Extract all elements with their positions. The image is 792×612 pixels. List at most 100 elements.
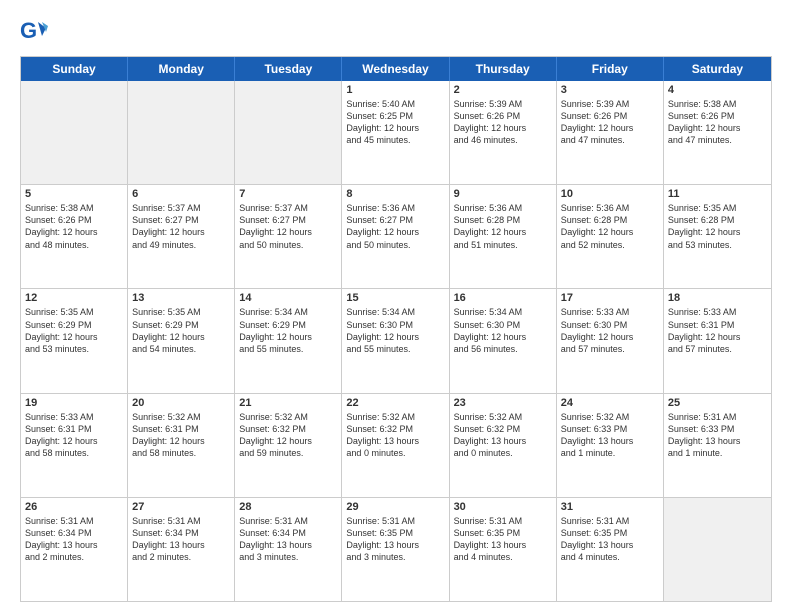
day-number: 11 bbox=[668, 188, 767, 200]
calendar-cell bbox=[235, 81, 342, 184]
calendar-cell: 2 Sunrise: 5:39 AM Sunset: 6:26 PM Daylig… bbox=[450, 81, 557, 184]
logo-icon: G bbox=[20, 18, 48, 46]
day-number: 5 bbox=[25, 188, 123, 200]
calendar-cell: 26 Sunrise: 5:31 AM Sunset: 6:34 PM Dayli… bbox=[21, 498, 128, 601]
day-number: 28 bbox=[239, 501, 337, 513]
calendar-cell: 23Sunrise: 5:32 AM Sunset: 6:32 PM Dayli… bbox=[450, 394, 557, 497]
calendar-cell: 12 Sunrise: 5:35 AM Sunset: 6:29 PM Dayli… bbox=[21, 289, 128, 392]
day-number: 31 bbox=[561, 501, 659, 513]
day-number: 22 bbox=[346, 397, 444, 409]
day-number: 25 bbox=[668, 397, 767, 409]
calendar-cell: 1 Sunrise: 5:40 AM Sunset: 6:25 PM Daylig… bbox=[342, 81, 449, 184]
calendar-cell: 17 Sunrise: 5:33 AM Sunset: 6:30 PM Dayli… bbox=[557, 289, 664, 392]
calendar: SundayMondayTuesdayWednesdayThursdayFrid… bbox=[20, 56, 772, 602]
calendar-cell: 18Sunrise: 5:33 AM Sunset: 6:31 PM Dayli… bbox=[664, 289, 771, 392]
calendar-cell: 8Sunrise: 5:36 AM Sunset: 6:27 PM Daylig… bbox=[342, 185, 449, 288]
logo: G bbox=[20, 18, 52, 46]
day-number: 29 bbox=[346, 501, 444, 513]
day-info: Sunrise: 5:38 AM Sunset: 6:26 PM Dayligh… bbox=[25, 202, 123, 251]
day-number: 13 bbox=[132, 292, 230, 304]
day-info: Sunrise: 5:31 AM Sunset: 6:33 PM Dayligh… bbox=[668, 411, 767, 460]
day-info: Sunrise: 5:40 AM Sunset: 6:25 PM Dayligh… bbox=[346, 98, 444, 147]
day-header-saturday: Saturday bbox=[664, 57, 771, 81]
day-info: Sunrise: 5:34 AM Sunset: 6:30 PM Dayligh… bbox=[346, 306, 444, 355]
day-number: 20 bbox=[132, 397, 230, 409]
calendar-cell: 9 Sunrise: 5:36 AM Sunset: 6:28 PM Daylig… bbox=[450, 185, 557, 288]
calendar-cell: 6 Sunrise: 5:37 AM Sunset: 6:27 PM Daylig… bbox=[128, 185, 235, 288]
day-info: Sunrise: 5:32 AM Sunset: 6:32 PM Dayligh… bbox=[239, 411, 337, 460]
calendar-cell: 21 Sunrise: 5:32 AM Sunset: 6:32 PM Dayli… bbox=[235, 394, 342, 497]
day-info: Sunrise: 5:35 AM Sunset: 6:29 PM Dayligh… bbox=[25, 306, 123, 355]
day-info: Sunrise: 5:36 AM Sunset: 6:28 PM Dayligh… bbox=[454, 202, 552, 251]
day-number: 19 bbox=[25, 397, 123, 409]
day-number: 3 bbox=[561, 84, 659, 96]
day-number: 24 bbox=[561, 397, 659, 409]
day-number: 4 bbox=[668, 84, 767, 96]
svg-text:G: G bbox=[20, 18, 37, 43]
page-header: G bbox=[20, 18, 772, 46]
calendar-cell bbox=[128, 81, 235, 184]
day-info: Sunrise: 5:38 AM Sunset: 6:26 PM Dayligh… bbox=[668, 98, 767, 147]
calendar-cell: 4 Sunrise: 5:38 AM Sunset: 6:26 PM Daylig… bbox=[664, 81, 771, 184]
calendar-cell: 31 Sunrise: 5:31 AM Sunset: 6:35 PM Dayli… bbox=[557, 498, 664, 601]
calendar-week-1: 1 Sunrise: 5:40 AM Sunset: 6:25 PM Daylig… bbox=[21, 81, 771, 185]
day-number: 30 bbox=[454, 501, 552, 513]
day-header-tuesday: Tuesday bbox=[235, 57, 342, 81]
day-number: 6 bbox=[132, 188, 230, 200]
calendar-cell: 19Sunrise: 5:33 AM Sunset: 6:31 PM Dayli… bbox=[21, 394, 128, 497]
day-info: Sunrise: 5:31 AM Sunset: 6:34 PM Dayligh… bbox=[132, 515, 230, 564]
day-number: 17 bbox=[561, 292, 659, 304]
day-number: 9 bbox=[454, 188, 552, 200]
calendar-cell: 29 Sunrise: 5:31 AM Sunset: 6:35 PM Dayli… bbox=[342, 498, 449, 601]
day-info: Sunrise: 5:32 AM Sunset: 6:32 PM Dayligh… bbox=[454, 411, 552, 460]
calendar-cell bbox=[21, 81, 128, 184]
day-number: 21 bbox=[239, 397, 337, 409]
day-number: 2 bbox=[454, 84, 552, 96]
calendar-cell: 16Sunrise: 5:34 AM Sunset: 6:30 PM Dayli… bbox=[450, 289, 557, 392]
day-header-sunday: Sunday bbox=[21, 57, 128, 81]
day-number: 15 bbox=[346, 292, 444, 304]
day-number: 12 bbox=[25, 292, 123, 304]
day-info: Sunrise: 5:31 AM Sunset: 6:35 PM Dayligh… bbox=[346, 515, 444, 564]
calendar-cell: 10 Sunrise: 5:36 AM Sunset: 6:28 PM Dayli… bbox=[557, 185, 664, 288]
calendar-week-5: 26 Sunrise: 5:31 AM Sunset: 6:34 PM Dayli… bbox=[21, 498, 771, 601]
day-info: Sunrise: 5:32 AM Sunset: 6:33 PM Dayligh… bbox=[561, 411, 659, 460]
day-info: Sunrise: 5:33 AM Sunset: 6:30 PM Dayligh… bbox=[561, 306, 659, 355]
calendar-cell: 22 Sunrise: 5:32 AM Sunset: 6:32 PM Dayli… bbox=[342, 394, 449, 497]
day-info: Sunrise: 5:37 AM Sunset: 6:27 PM Dayligh… bbox=[132, 202, 230, 251]
day-number: 7 bbox=[239, 188, 337, 200]
day-number: 26 bbox=[25, 501, 123, 513]
calendar-cell: 24 Sunrise: 5:32 AM Sunset: 6:33 PM Dayli… bbox=[557, 394, 664, 497]
calendar-cell: 14 Sunrise: 5:34 AM Sunset: 6:29 PM Dayli… bbox=[235, 289, 342, 392]
day-info: Sunrise: 5:35 AM Sunset: 6:28 PM Dayligh… bbox=[668, 202, 767, 251]
day-info: Sunrise: 5:34 AM Sunset: 6:30 PM Dayligh… bbox=[454, 306, 552, 355]
day-info: Sunrise: 5:31 AM Sunset: 6:34 PM Dayligh… bbox=[25, 515, 123, 564]
day-number: 1 bbox=[346, 84, 444, 96]
day-header-friday: Friday bbox=[557, 57, 664, 81]
day-info: Sunrise: 5:35 AM Sunset: 6:29 PM Dayligh… bbox=[132, 306, 230, 355]
day-info: Sunrise: 5:31 AM Sunset: 6:35 PM Dayligh… bbox=[454, 515, 552, 564]
calendar-cell: 7Sunrise: 5:37 AM Sunset: 6:27 PM Daylig… bbox=[235, 185, 342, 288]
day-info: Sunrise: 5:31 AM Sunset: 6:35 PM Dayligh… bbox=[561, 515, 659, 564]
calendar-cell: 28Sunrise: 5:31 AM Sunset: 6:34 PM Dayli… bbox=[235, 498, 342, 601]
calendar-cell: 5 Sunrise: 5:38 AM Sunset: 6:26 PM Daylig… bbox=[21, 185, 128, 288]
day-info: Sunrise: 5:34 AM Sunset: 6:29 PM Dayligh… bbox=[239, 306, 337, 355]
calendar-week-2: 5 Sunrise: 5:38 AM Sunset: 6:26 PM Daylig… bbox=[21, 185, 771, 289]
day-info: Sunrise: 5:32 AM Sunset: 6:32 PM Dayligh… bbox=[346, 411, 444, 460]
day-info: Sunrise: 5:36 AM Sunset: 6:28 PM Dayligh… bbox=[561, 202, 659, 251]
calendar-week-4: 19Sunrise: 5:33 AM Sunset: 6:31 PM Dayli… bbox=[21, 394, 771, 498]
calendar-cell bbox=[664, 498, 771, 601]
day-info: Sunrise: 5:39 AM Sunset: 6:26 PM Dayligh… bbox=[454, 98, 552, 147]
calendar-cell: 13 Sunrise: 5:35 AM Sunset: 6:29 PM Dayli… bbox=[128, 289, 235, 392]
day-header-thursday: Thursday bbox=[450, 57, 557, 81]
day-number: 8 bbox=[346, 188, 444, 200]
day-number: 27 bbox=[132, 501, 230, 513]
day-info: Sunrise: 5:39 AM Sunset: 6:26 PM Dayligh… bbox=[561, 98, 659, 147]
calendar-cell: 25 Sunrise: 5:31 AM Sunset: 6:33 PM Dayli… bbox=[664, 394, 771, 497]
day-info: Sunrise: 5:33 AM Sunset: 6:31 PM Dayligh… bbox=[668, 306, 767, 355]
day-number: 10 bbox=[561, 188, 659, 200]
day-number: 14 bbox=[239, 292, 337, 304]
calendar-cell: 20Sunrise: 5:32 AM Sunset: 6:31 PM Dayli… bbox=[128, 394, 235, 497]
calendar-cell: 15 Sunrise: 5:34 AM Sunset: 6:30 PM Dayli… bbox=[342, 289, 449, 392]
calendar-week-3: 12 Sunrise: 5:35 AM Sunset: 6:29 PM Dayli… bbox=[21, 289, 771, 393]
